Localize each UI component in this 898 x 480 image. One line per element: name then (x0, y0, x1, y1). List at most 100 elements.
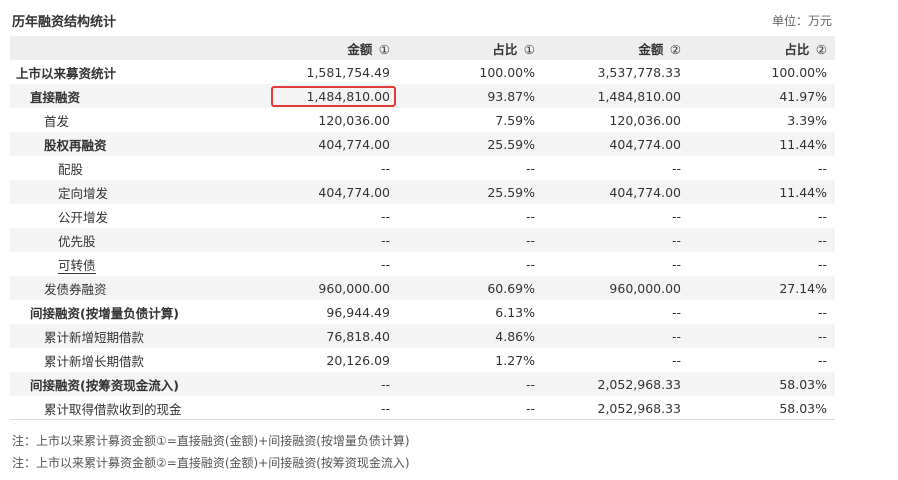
amount-1-cell: -- (380, 160, 390, 176)
row-label: 优先股 (58, 233, 96, 249)
row-label: 直接融资 (30, 89, 81, 105)
row-label: 首发 (44, 113, 70, 129)
ratio-1-cell: 4.86% (495, 328, 535, 344)
ratio-1-cell: 60.69% (487, 280, 535, 296)
row-label: 定向增发 (58, 185, 109, 201)
amount-1-cell: 1,484,810.00 (250, 84, 398, 108)
table-row: 公开增发 -- -- -- -- (10, 204, 835, 228)
amount-2-cell: -- (671, 160, 681, 176)
amount-1-cell: 76,818.40 (326, 328, 390, 344)
financing-structure-table: 金额 ① 占比 ① 金额 ② 占比 ② 上市以来募资统计 1,581,754.4… (10, 36, 835, 420)
ratio-2-cell: 27.14% (779, 280, 827, 296)
ratio-1-cell: -- (525, 376, 535, 392)
ratio-1-cell: 100.00% (479, 64, 535, 80)
amount-2-cell: -- (671, 304, 681, 320)
header-bar: 历年融资结构统计 单位：万元 (12, 10, 832, 30)
amount-2-cell: 120,036.00 (609, 112, 681, 128)
amount-2-cell: 2,052,968.33 (597, 376, 682, 392)
header-item (10, 36, 250, 60)
ratio-2-cell: -- (817, 304, 827, 320)
ratio-2-cell: 41.97% (779, 88, 827, 104)
ratio-2-cell: -- (817, 352, 827, 368)
ratio-1-cell: 25.59% (487, 184, 535, 200)
ratio-2-cell: 11.44% (779, 136, 827, 152)
amount-1-cell: 96,944.49 (326, 304, 390, 320)
header-amount-2[interactable]: 金额 ② (543, 36, 689, 60)
table-row: 首发 120,036.00 7.59% 120,036.00 3.39% (10, 108, 835, 132)
ratio-1-cell: 25.59% (487, 136, 535, 152)
row-label: 间接融资(按筹资现金流入) (30, 377, 179, 393)
table-row: 间接融资(按筹资现金流入) -- -- 2,052,968.33 58.03% (10, 372, 835, 396)
amount-2-cell: 2,052,968.33 (597, 400, 682, 416)
table-row: 直接融资 1,484,810.00 93.87% 1,484,810.00 41… (10, 84, 835, 108)
ratio-2-cell: 58.03% (779, 400, 827, 416)
row-label[interactable]: 可转债 (10, 252, 250, 276)
amount-2-cell: 1,484,810.00 (597, 88, 682, 104)
ratio-2-cell: -- (817, 232, 827, 248)
row-label: 发债券融资 (44, 281, 107, 297)
amount-2-cell: -- (671, 232, 681, 248)
amount-2-cell: -- (671, 256, 681, 272)
table-row: 股权再融资 404,774.00 25.59% 404,774.00 11.44… (10, 132, 835, 156)
ratio-2-cell: -- (817, 256, 827, 272)
footnote-2: 注：上市以来累计募资金额②=直接融资(金额)+间接融资(按筹资现金流入) (12, 456, 410, 470)
row-label: 股权再融资 (44, 137, 107, 153)
ratio-1-cell: 7.59% (495, 112, 535, 128)
ratio-1-cell: -- (525, 160, 535, 176)
ratio-2-cell: 3.39% (787, 112, 827, 128)
row-label: 累计新增长期借款 (44, 353, 145, 369)
table-row: 累计新增短期借款 76,818.40 4.86% -- -- (10, 324, 835, 348)
amount-2-cell: 404,774.00 (609, 184, 681, 200)
row-label: 上市以来募资统计 (16, 65, 117, 81)
ratio-2-cell: 100.00% (771, 64, 827, 80)
ratio-2-cell: 58.03% (779, 376, 827, 392)
amount-2-cell: -- (671, 352, 681, 368)
amount-1-cell: -- (380, 256, 390, 272)
table-row: 优先股 -- -- -- -- (10, 228, 835, 252)
row-label: 间接融资(按增量负债计算) (30, 305, 179, 321)
table-row: 累计取得借款收到的现金 -- -- 2,052,968.33 58.03% (10, 396, 835, 420)
amount-1-cell: -- (380, 376, 390, 392)
amount-2-cell: -- (671, 208, 681, 224)
amount-1-cell: 404,774.00 (318, 184, 390, 200)
amount-2-cell: 3,537,778.33 (597, 64, 682, 80)
table-row: 间接融资(按增量负债计算) 96,944.49 6.13% -- -- (10, 300, 835, 324)
table-bottom-divider (10, 419, 835, 420)
header-ratio-2[interactable]: 占比 ② (689, 36, 835, 60)
row-label: 公开增发 (58, 209, 109, 225)
row-label: 配股 (58, 161, 84, 177)
convertible-bond-link[interactable]: 可转债 (58, 257, 96, 274)
ratio-2-cell: -- (817, 160, 827, 176)
header-ratio-1[interactable]: 占比 ① (398, 36, 543, 60)
table-row: 累计新增长期借款 20,126.09 1.27% -- -- (10, 348, 835, 372)
ratio-1-cell: -- (525, 256, 535, 272)
amount-1-cell: 404,774.00 (318, 136, 390, 152)
amount-1-cell: 1,581,754.49 (306, 64, 391, 80)
highlighted-value: 1,484,810.00 (270, 85, 396, 107)
ratio-1-cell: 1.27% (495, 352, 535, 368)
amount-2-cell: -- (671, 328, 681, 344)
footnotes: 注：上市以来累计募资金额①=直接融资(金额)+间接融资(按增量负债计算) 注：上… (12, 430, 410, 474)
amount-1-cell: -- (380, 208, 390, 224)
amount-1-cell: 20,126.09 (326, 352, 390, 368)
amount-1-cell: 120,036.00 (318, 112, 390, 128)
footnote-1: 注：上市以来累计募资金额①=直接融资(金额)+间接融资(按增量负债计算) (12, 434, 410, 448)
ratio-1-cell: 6.13% (495, 304, 535, 320)
table-row: 配股 -- -- -- -- (10, 156, 835, 180)
amount-2-cell: 404,774.00 (609, 136, 681, 152)
table-row: 定向增发 404,774.00 25.59% 404,774.00 11.44% (10, 180, 835, 204)
ratio-2-cell: 11.44% (779, 184, 827, 200)
amount-1-cell: -- (380, 232, 390, 248)
table-row: 上市以来募资统计 1,581,754.49 100.00% 3,537,778.… (10, 60, 835, 84)
amount-1-cell: -- (380, 400, 390, 416)
table-row: 可转债 -- -- -- -- (10, 252, 835, 276)
unit-label: 单位：万元 (771, 13, 832, 28)
ratio-2-cell: -- (817, 328, 827, 344)
row-label: 累计取得借款收到的现金 (44, 401, 182, 417)
header-amount-1[interactable]: 金额 ① (250, 36, 398, 60)
ratio-1-cell: -- (525, 232, 535, 248)
ratio-2-cell: -- (817, 208, 827, 224)
ratio-1-cell: 93.87% (487, 88, 535, 104)
table-row: 发债券融资 960,000.00 60.69% 960,000.00 27.14… (10, 276, 835, 300)
amount-2-cell: 960,000.00 (609, 280, 681, 296)
